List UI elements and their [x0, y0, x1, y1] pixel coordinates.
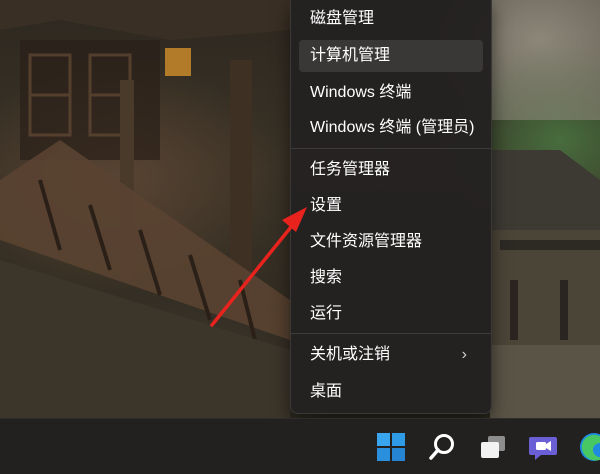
edge-icon[interactable]	[576, 429, 600, 465]
search-icon[interactable]	[424, 429, 460, 465]
windows-start-icon[interactable]	[373, 429, 409, 465]
taskbar	[0, 418, 600, 474]
task-view-icon[interactable]	[475, 429, 511, 465]
chat-icon[interactable]	[525, 429, 561, 465]
red-arrow-annotation	[210, 207, 307, 327]
